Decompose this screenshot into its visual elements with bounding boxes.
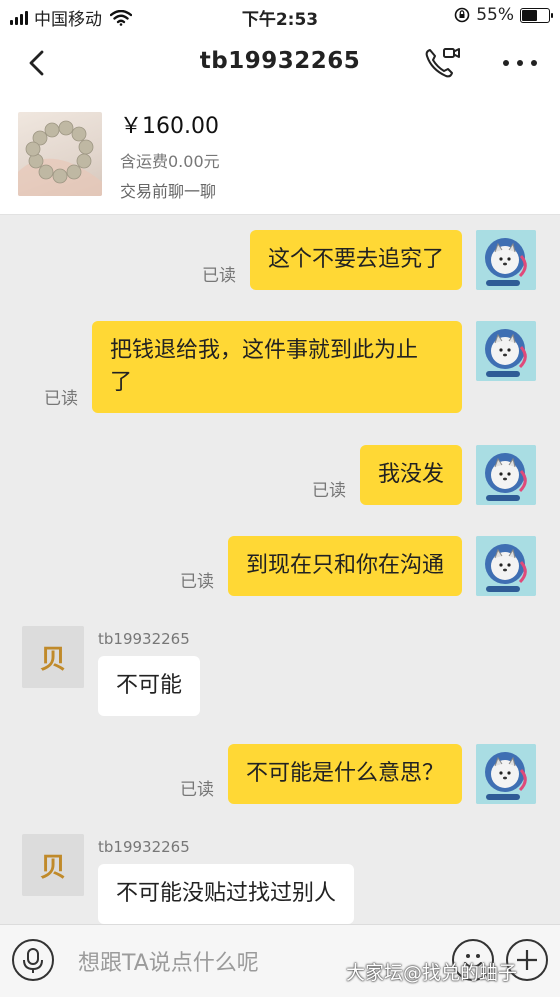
nav-bar: tb19932265 xyxy=(0,32,560,94)
message-bubble[interactable]: 我没发 xyxy=(359,445,462,505)
message-bubble[interactable]: 不可能没贴过找过别人 xyxy=(98,864,355,924)
microphone-icon[interactable] xyxy=(12,939,54,981)
phone-video-icon[interactable] xyxy=(422,44,462,82)
chat-thread[interactable]: 已读 这个不要去追究了 已读 把钱退给我，这件事就到此为止 了 已读 我没发 已… xyxy=(0,214,560,924)
read-receipt: 已读 xyxy=(201,266,236,286)
message-outgoing: 已读 不可能是什么意思？ xyxy=(180,744,536,804)
read-receipt: 已读 xyxy=(44,389,78,409)
svg-text:贝: 贝 xyxy=(40,853,66,883)
status-right: 55% xyxy=(454,5,553,25)
message-outgoing: 已读 把钱退给我，这件事就到此为止 了 xyxy=(44,321,536,413)
my-avatar[interactable] xyxy=(476,445,536,505)
message-bubble[interactable]: 不可能是什么意思？ xyxy=(227,744,462,804)
contact-avatar[interactable]: 贝 xyxy=(22,834,84,896)
message-incoming: 贝 tb19932265 不可能没贴过找过别人 xyxy=(22,834,355,924)
message-outgoing: 已读 我没发 xyxy=(312,445,536,505)
sender-name: tb19932265 xyxy=(98,630,190,648)
battery-icon xyxy=(520,7,553,23)
product-price: ￥160.00 xyxy=(120,114,219,139)
message-bubble[interactable]: 把钱退给我，这件事就到此为止 了 xyxy=(92,321,462,413)
orientation-lock-icon xyxy=(454,7,470,23)
sender-name: tb19932265 xyxy=(98,838,190,856)
product-card[interactable]: ￥160.00 含运费0.00元 交易前聊一聊 xyxy=(0,94,560,215)
my-avatar[interactable] xyxy=(476,536,536,596)
conversation-title: tb19932265 xyxy=(199,48,361,74)
pre-trade-note: 交易前聊一聊 xyxy=(120,182,217,201)
message-text-line: 把钱退给我，这件事就到此为止 xyxy=(110,338,419,363)
message-incoming: 贝 tb19932265 不可能 xyxy=(22,626,201,716)
message-bubble[interactable]: 不可能 xyxy=(98,656,201,716)
contact-avatar[interactable]: 贝 xyxy=(22,626,84,688)
my-avatar[interactable] xyxy=(476,230,536,290)
battery-percent: 55% xyxy=(476,5,514,25)
shipping-fee: 含运费0.00元 xyxy=(120,152,220,171)
my-avatar[interactable] xyxy=(476,321,536,381)
message-outgoing: 已读 这个不要去追究了 xyxy=(202,230,536,290)
watermark: 大家坛@找兑的蛐子 xyxy=(346,962,518,984)
product-image[interactable] xyxy=(18,112,102,196)
message-input[interactable]: 想跟TA说点什么呢 xyxy=(78,945,259,977)
status-bar: 中国移动 下午2:53 55% xyxy=(0,0,560,32)
my-avatar[interactable] xyxy=(476,744,536,804)
read-receipt: 已读 xyxy=(179,572,214,592)
message-outgoing: 已读 到现在只和你在沟通 xyxy=(180,536,536,596)
message-bubble[interactable]: 到现在只和你在沟通 xyxy=(227,536,462,596)
battery-fill xyxy=(522,9,538,21)
read-receipt: 已读 xyxy=(179,780,214,800)
svg-text:贝: 贝 xyxy=(40,645,66,675)
read-receipt: 已读 xyxy=(311,481,346,501)
message-text-line: 了 xyxy=(110,370,133,395)
more-dots-icon[interactable] xyxy=(500,56,540,70)
message-bubble[interactable]: 这个不要去追究了 xyxy=(249,230,462,290)
